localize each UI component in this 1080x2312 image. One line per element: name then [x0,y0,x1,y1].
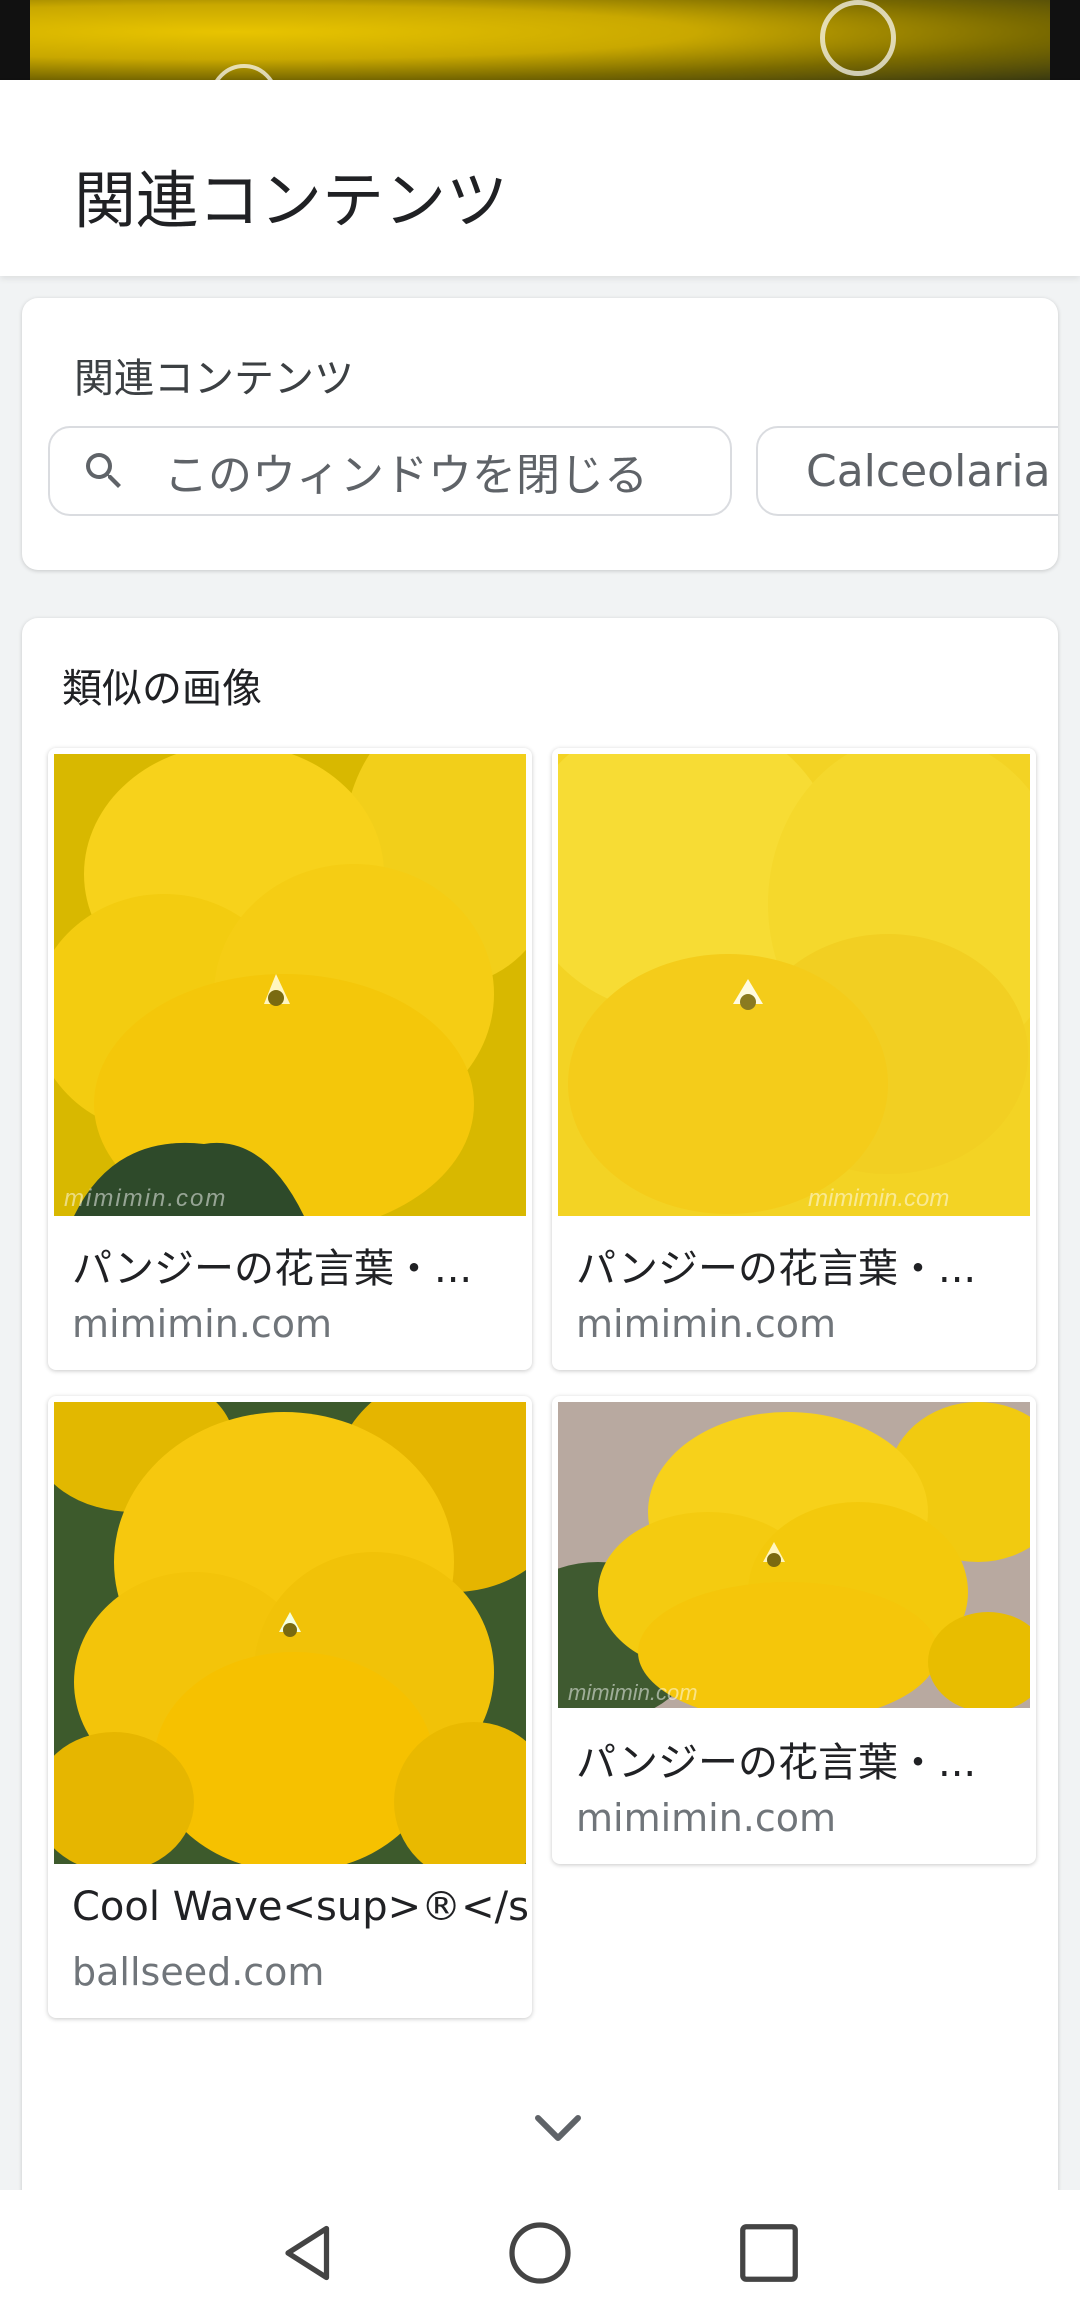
result-caption: Cool Wave<sup>®</s... [72,1884,532,1930]
chip-label: このウィンドウを閉じる [164,450,648,501]
page-title: 関連コンテンツ [74,164,509,237]
similar-images-label: 類似の画像 [62,666,262,712]
result-source: ballseed.com [72,1950,325,1994]
svg-text:mimimin.com: mimimin.com [808,1185,949,1212]
related-content-label: 関連コンテンツ [74,356,354,402]
system-navigation-bar [0,2190,1080,2312]
pansy-image [54,1402,526,1864]
result-caption: パンジーの花言葉・... [72,1246,473,1292]
result-caption: パンジーの花言葉・... [576,1740,977,1786]
related-search-chip[interactable]: このウィンドウを閉じる [48,426,732,516]
result-source: mimimin.com [576,1302,837,1346]
back-icon[interactable] [274,2218,344,2288]
related-content-card: 関連コンテンツ このウィンドウを閉じる Calceolaria [22,298,1058,570]
svg-text:mimimin.com: mimimin.com [64,1185,227,1212]
svg-text:mimimin.com: mimimin.com [568,1680,698,1705]
recents-icon[interactable] [734,2218,804,2288]
pansy-image: mimimin.com [54,754,526,1216]
result-caption: パンジーの花言葉・... [576,1246,977,1292]
circle-overlay-icon [820,0,896,76]
home-icon[interactable] [505,2218,575,2288]
previous-image-preview [0,0,1080,80]
panel-header: 関連コンテンツ [0,80,1080,276]
chip-label: Calceolaria [806,445,1051,497]
similar-image-result[interactable]: Cool Wave<sup>®</s... ballseed.com [48,1396,532,2018]
result-source: mimimin.com [72,1302,333,1346]
pansy-image: mimimin.com [558,754,1030,1216]
yellow-flower-image [30,0,1050,80]
result-source: mimimin.com [576,1796,837,1840]
similar-image-result[interactable]: mimimin.com パンジーの花言葉・... mimimin.com [48,748,532,1370]
similar-images-card: 類似の画像 mimimin.com パンジーの花言葉・... mimimin.c… [22,618,1058,2312]
related-chip-calceolaria[interactable]: Calceolaria [756,426,1058,516]
pansy-image: mimimin.com [558,1402,1030,1708]
search-icon [86,453,121,488]
chevron-down-icon[interactable] [528,2098,588,2158]
similar-image-result[interactable]: mimimin.com パンジーの花言葉・... mimimin.com [552,1396,1036,1864]
similar-image-result[interactable]: mimimin.com パンジーの花言葉・... mimimin.com [552,748,1036,1370]
